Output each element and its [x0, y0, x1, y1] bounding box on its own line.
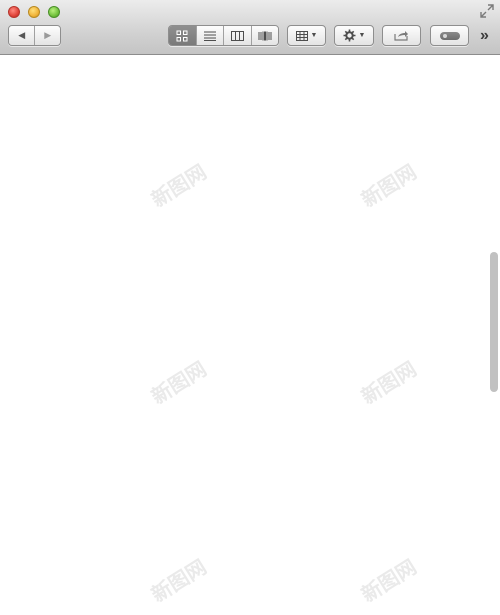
arrange-grid-icon: [295, 30, 308, 41]
tags-pill-icon: [439, 31, 460, 40]
arrange-button[interactable]: ▼: [287, 25, 326, 46]
cover-flow-view-button[interactable]: [250, 26, 278, 45]
forward-icon: ▶: [44, 30, 52, 40]
tags-button[interactable]: [430, 25, 469, 46]
vertical-scrollbar[interactable]: [488, 56, 498, 615]
close-button[interactable]: [8, 6, 20, 18]
watermark-text: 新图网: [356, 554, 421, 607]
watermark-text: 新图网: [146, 554, 211, 607]
action-chevron-down-icon: ▼: [358, 32, 366, 39]
action-button[interactable]: ▼: [334, 25, 374, 46]
cover-flow-icon: [258, 31, 272, 40]
zoom-button[interactable]: [48, 6, 60, 18]
column-view-button[interactable]: [223, 26, 251, 45]
list-view-icon: [203, 31, 216, 41]
share-icon: [394, 31, 408, 41]
minimize-button[interactable]: [28, 6, 40, 18]
watermark-text: 新图网: [356, 356, 421, 409]
back-button[interactable]: ◀: [9, 26, 35, 45]
gear-icon: [343, 29, 356, 42]
watermark-text: 新图网: [146, 356, 211, 409]
view-mode-control: [168, 25, 279, 46]
scrollbar-thumb[interactable]: [490, 252, 498, 392]
watermark-text: 新图网: [146, 159, 211, 212]
icon-view-button[interactable]: [169, 26, 196, 45]
back-icon: ◀: [18, 30, 26, 40]
icon-view-icon: [176, 30, 188, 41]
arrange-chevron-down-icon: ▼: [310, 32, 318, 39]
share-button[interactable]: [382, 25, 421, 46]
finder-window: ◀ ▶ ▼ ▼ » 新图网 新图网 新图网 新图网 新图网 新图网: [0, 0, 500, 615]
column-view-icon: [230, 30, 244, 41]
back-forward-control: ◀ ▶: [8, 25, 61, 46]
toolbar-overflow-button[interactable]: »: [480, 27, 496, 45]
forward-button[interactable]: ▶: [34, 26, 60, 45]
fullscreen-arrows-icon[interactable]: [480, 4, 494, 18]
list-view-button[interactable]: [195, 26, 223, 45]
watermark-text: 新图网: [356, 159, 421, 212]
fullscreen-arrows-glyph: [480, 4, 494, 18]
file-browser-content[interactable]: 新图网 新图网 新图网 新图网 新图网 新图网: [0, 55, 500, 615]
toolbar: ◀ ▶ ▼ ▼ »: [0, 0, 500, 55]
